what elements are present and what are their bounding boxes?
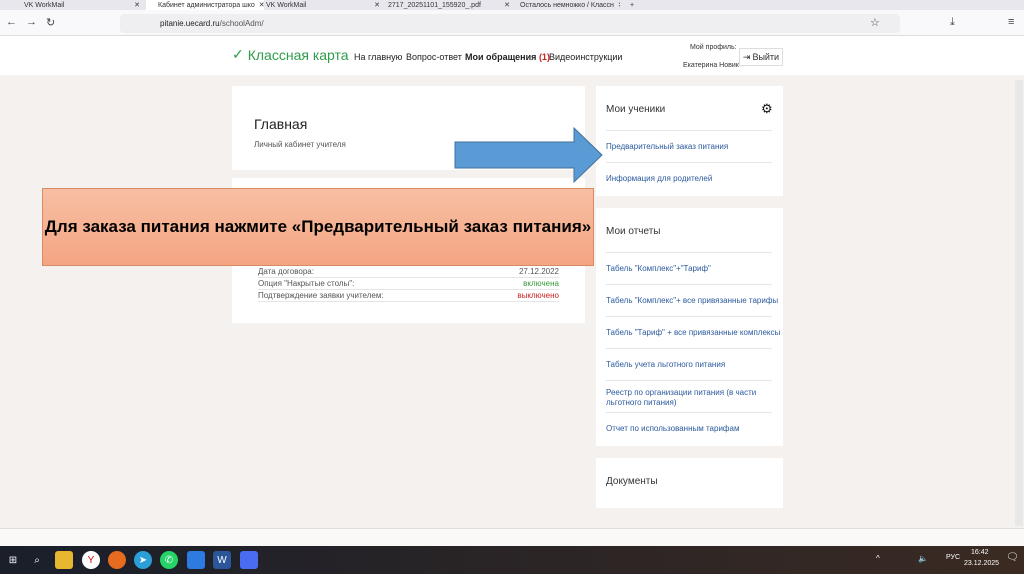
yandex-browser-icon[interactable]: Y [82, 551, 100, 569]
preorder-link[interactable]: Предварительный заказ питания [606, 142, 728, 151]
gear-icon[interactable]: ⚙ [761, 101, 773, 117]
divider [606, 316, 772, 317]
report-link[interactable]: Реестр по организации питания (в части л… [606, 388, 776, 408]
close-icon[interactable]: ✕ [134, 1, 144, 9]
check-logo-icon: ✓ [232, 46, 244, 62]
divider [606, 348, 772, 349]
nav-faq[interactable]: Вопрос-ответ [406, 52, 462, 62]
back-icon[interactable]: ← [6, 16, 17, 28]
app-icon[interactable] [187, 551, 205, 569]
tab-label: 2717_20251101_155920_.pdf [388, 1, 481, 9]
app-icon[interactable] [240, 551, 258, 569]
bookmark-star-icon[interactable]: ☆ [870, 16, 880, 29]
close-icon[interactable]: ✕ [504, 1, 514, 9]
page-subtitle: Личный кабинет учителя [254, 140, 346, 149]
firefox-icon[interactable] [108, 551, 126, 569]
taskbar [0, 546, 1024, 574]
divider [606, 284, 772, 285]
user-name[interactable]: Екатерина Новик [683, 62, 739, 69]
tab-cabinet[interactable]: Кабинет администратора шко ✕ [146, 0, 264, 10]
report-link[interactable]: Табель "Тариф" + все привязанные комплек… [606, 328, 780, 337]
reports-card [596, 208, 783, 446]
report-link[interactable]: Табель "Комплекс"+"Тариф" [606, 264, 711, 273]
file-explorer-icon[interactable] [55, 551, 73, 569]
nav-appeals[interactable]: Мои обращения (1) [465, 52, 550, 62]
tab-bar: VK WorkMail ✕ Кабинет администратора шко ✕… [0, 0, 1024, 10]
logo[interactable]: ✓ Классная карта [232, 46, 349, 63]
info-table: Дата договора: 27.12.2022 Опция "Накрытые… [258, 266, 559, 302]
instruction-callout: Для заказа питания нажмите «Предваритель… [42, 188, 594, 266]
url-input[interactable]: pitanie.uecard.ru/schoolAdm/ [120, 14, 900, 33]
windows-start-icon[interactable]: ⊞ [4, 551, 22, 569]
close-icon[interactable]: ✕ [259, 1, 264, 9]
divider [606, 162, 772, 163]
tab-label: VK WorkMail [266, 1, 307, 9]
tab-label: Кабинет администратора шко [158, 1, 255, 9]
tab-label: Осталось немножко / Классн [520, 1, 614, 9]
parents-info-link[interactable]: Информация для родителей [606, 174, 712, 183]
nav-home[interactable]: На главную [354, 52, 402, 62]
logout-icon: ⇥ [742, 51, 751, 62]
arrow-pointer-icon [454, 126, 603, 184]
page-title: Главная [254, 116, 308, 132]
forward-icon[interactable]: → [26, 16, 37, 28]
status-enabled: включена [523, 279, 559, 288]
nav-videos[interactable]: Видеоинструкции [549, 52, 622, 62]
nav-appeals-label: Мои обращения [465, 52, 537, 62]
reload-icon[interactable]: ↻ [46, 16, 55, 29]
download-icon[interactable]: ⤓ [950, 16, 955, 29]
profile-label: Мой профиль: [690, 44, 737, 51]
report-link[interactable]: Отчет по использованным тарифам [606, 424, 739, 433]
info-row: Дата договора: 27.12.2022 [258, 266, 559, 278]
word-icon[interactable]: W [213, 551, 231, 569]
info-row: Опция "Накрытые столы": включена [258, 278, 559, 290]
documents-title[interactable]: Документы [606, 476, 658, 487]
clock-time[interactable]: 16:42 [971, 549, 989, 556]
reports-title: Мои отчеты [606, 226, 661, 237]
page-footer [0, 528, 1024, 546]
whatsapp-icon[interactable]: ✆ [160, 551, 178, 569]
report-link[interactable]: Табель учета льготного питания [606, 360, 725, 369]
logout-label: Выйти [752, 52, 780, 62]
divider [606, 252, 772, 253]
close-icon[interactable]: ✕ [374, 1, 384, 9]
divider [606, 130, 772, 131]
divider [606, 412, 772, 413]
info-label: Подтверждение заявки учителем: [258, 291, 384, 300]
telegram-icon[interactable]: ➤ [134, 551, 152, 569]
tab-vk-workmail-2[interactable]: VK WorkMail ✕ [266, 0, 384, 10]
volume-icon[interactable]: 🔈 [918, 554, 928, 563]
info-label: Опция "Накрытые столы": [258, 279, 355, 288]
notifications-icon[interactable]: 🗨 [1006, 552, 1019, 563]
menu-icon[interactable]: ≡ [1008, 16, 1014, 28]
tray-chevron-icon[interactable]: ^ [876, 554, 880, 563]
info-label: Дата договора: [258, 267, 314, 276]
tab-label: VK WorkMail [24, 1, 65, 9]
new-tab-icon[interactable]: + [630, 0, 634, 10]
clock-date[interactable]: 23.12.2025 [964, 560, 999, 567]
report-link[interactable]: Табель "Комплекс"+ все привязанные тариф… [606, 296, 778, 305]
tab-klassnaya[interactable]: Осталось немножко / Классн ✕ [520, 0, 620, 10]
info-value: 27.12.2022 [518, 267, 559, 276]
tab-pdf[interactable]: 2717_20251101_155920_.pdf ✕ [388, 0, 514, 10]
search-icon[interactable]: ⌕ [28, 551, 46, 569]
scrollbar[interactable] [1015, 80, 1023, 526]
status-disabled: выключено [517, 291, 559, 300]
url-host: pitanie.uecard.ru [160, 19, 220, 28]
language-indicator[interactable]: РУС [946, 554, 960, 561]
logout-button[interactable]: ⇥ Выйти [739, 48, 783, 66]
tab-vk-workmail[interactable]: VK WorkMail ✕ [24, 0, 144, 10]
close-icon[interactable]: ✕ [618, 1, 620, 9]
url-path: /schoolAdm/ [219, 19, 264, 28]
divider [606, 380, 772, 381]
logo-text: Классная карта [247, 46, 349, 63]
students-title: Мои ученики [606, 104, 666, 115]
info-row: Подтверждение заявки учителем: выключено [258, 290, 559, 302]
